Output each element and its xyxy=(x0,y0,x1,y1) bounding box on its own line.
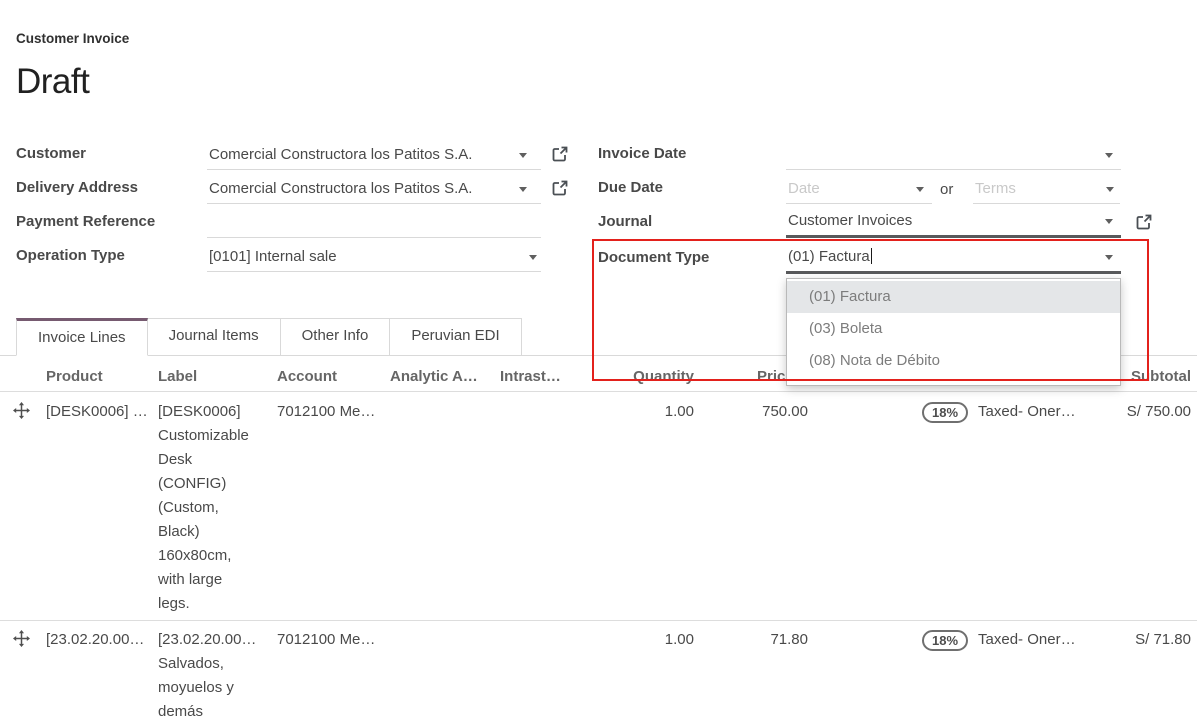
tax-name: Taxed- Oner… xyxy=(978,400,1076,424)
invoice-date-field[interactable] xyxy=(786,141,1121,170)
payment-reference-label: Payment Reference xyxy=(16,213,155,230)
document-type-value[interactable]: (01) Factura xyxy=(786,248,870,265)
drag-handle-icon[interactable] xyxy=(13,630,30,647)
tab-invoice-lines[interactable]: Invoice Lines xyxy=(16,318,148,356)
col-header-product: Product xyxy=(46,368,103,385)
table-row[interactable]: [DESK0006] … [DESK0006] Customizable Des… xyxy=(0,392,1197,620)
payment-reference-value[interactable] xyxy=(207,214,209,231)
tax-badge[interactable]: 18% xyxy=(922,630,968,651)
cell-label[interactable]: [DESK0006] Customizable Desk (CONFIG) (C… xyxy=(158,400,270,616)
external-link-icon[interactable] xyxy=(1135,213,1153,231)
page-title: Draft xyxy=(16,62,89,102)
external-link-icon[interactable] xyxy=(551,145,569,163)
delivery-address-label: Delivery Address xyxy=(16,179,138,196)
invoice-date-value[interactable] xyxy=(786,146,788,163)
tab-peruvian-edi[interactable]: Peruvian EDI xyxy=(390,318,521,356)
col-header-label: Label xyxy=(158,368,197,385)
external-link-icon[interactable] xyxy=(551,179,569,197)
tabbar: Invoice Lines Journal Items Other Info P… xyxy=(16,318,522,356)
dropdown-option-boleta[interactable]: (03) Boleta xyxy=(787,313,1120,345)
customer-value[interactable]: Comercial Constructora los Patitos S.A. xyxy=(207,146,472,163)
chevron-down-icon[interactable] xyxy=(519,153,527,158)
tax-badge[interactable]: 18% xyxy=(922,402,968,423)
dropdown-option-nota-debito[interactable]: (08) Nota de Débito xyxy=(787,345,1120,377)
journal-label: Journal xyxy=(598,213,652,230)
cell-account[interactable]: 7012100 Me… xyxy=(277,628,387,652)
cell-taxes[interactable]: 18% Taxed- Oner… xyxy=(922,400,1076,424)
cell-subtotal: S/ 71.80 xyxy=(1080,628,1191,652)
table-row[interactable]: [23.02.20.00… [23.02.20.00… Salvados, mo… xyxy=(0,620,1197,713)
invoice-date-label: Invoice Date xyxy=(598,145,686,162)
due-date-field[interactable]: Date xyxy=(786,175,932,204)
customer-label: Customer xyxy=(16,145,86,162)
delivery-address-value[interactable]: Comercial Constructora los Patitos S.A. xyxy=(207,180,472,197)
document-type-dropdown: (01) Factura (03) Boleta (08) Nota de Dé… xyxy=(786,278,1121,386)
payment-reference-field[interactable] xyxy=(207,209,541,238)
document-type-field[interactable]: (01) Factura xyxy=(786,243,1121,274)
delivery-address-field[interactable]: Comercial Constructora los Patitos S.A. xyxy=(207,175,541,204)
chevron-down-icon[interactable] xyxy=(1106,187,1114,192)
breadcrumb[interactable]: Customer Invoice xyxy=(16,31,129,46)
payment-terms-field[interactable]: Terms xyxy=(973,175,1120,204)
operation-type-value[interactable]: [0101] Internal sale xyxy=(207,248,337,265)
chevron-down-icon[interactable] xyxy=(1105,153,1113,158)
col-header-intrastat: Intrast… xyxy=(500,368,561,385)
tab-other-info[interactable]: Other Info xyxy=(281,318,391,356)
journal-field[interactable]: Customer Invoices xyxy=(786,207,1121,238)
col-header-account: Account xyxy=(277,368,337,385)
chevron-down-icon[interactable] xyxy=(916,187,924,192)
tab-journal-items[interactable]: Journal Items xyxy=(148,318,281,356)
or-separator: or xyxy=(940,181,953,198)
cell-price[interactable]: 71.80 xyxy=(700,628,808,652)
dropdown-option-factura[interactable]: (01) Factura xyxy=(787,281,1120,313)
tax-name: Taxed- Oner… xyxy=(978,628,1076,652)
drag-handle-icon[interactable] xyxy=(13,402,30,419)
chevron-down-icon[interactable] xyxy=(529,255,537,260)
cell-product[interactable]: [DESK0006] … xyxy=(46,400,152,424)
col-header-analytic: Analytic A… xyxy=(390,368,478,385)
chevron-down-icon[interactable] xyxy=(1105,219,1113,224)
col-header-quantity: Quantity xyxy=(580,368,694,385)
text-cursor xyxy=(871,248,873,264)
cell-quantity[interactable]: 1.00 xyxy=(580,628,694,652)
cell-account[interactable]: 7012100 Me… xyxy=(277,400,387,424)
due-date-placeholder[interactable]: Date xyxy=(786,180,820,197)
cell-label[interactable]: [23.02.20.00… Salvados, moyuelos y demás xyxy=(158,628,270,724)
cell-price[interactable]: 750.00 xyxy=(700,400,808,424)
document-type-label: Document Type xyxy=(598,249,709,266)
terms-placeholder[interactable]: Terms xyxy=(973,180,1016,197)
customer-field[interactable]: Comercial Constructora los Patitos S.A. xyxy=(207,141,541,170)
journal-value[interactable]: Customer Invoices xyxy=(786,212,912,229)
cell-product[interactable]: [23.02.20.00… xyxy=(46,628,152,652)
operation-type-label: Operation Type xyxy=(16,247,125,264)
chevron-down-icon[interactable] xyxy=(519,187,527,192)
cell-quantity[interactable]: 1.00 xyxy=(580,400,694,424)
chevron-down-icon[interactable] xyxy=(1105,255,1113,260)
cell-subtotal: S/ 750.00 xyxy=(1080,400,1191,424)
cell-taxes[interactable]: 18% Taxed- Oner… xyxy=(922,628,1076,652)
due-date-label: Due Date xyxy=(598,179,663,196)
operation-type-field[interactable]: [0101] Internal sale xyxy=(207,243,541,272)
